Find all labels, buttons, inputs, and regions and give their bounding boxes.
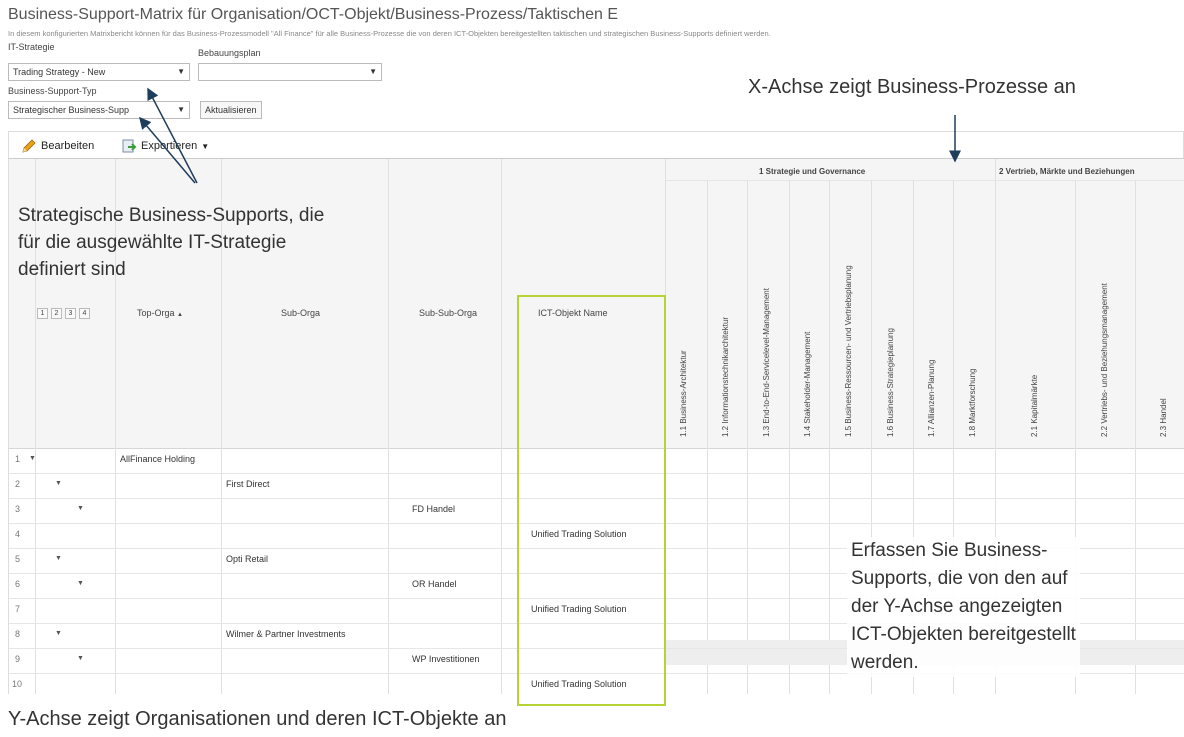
annotation-line: werden. [851, 652, 919, 673]
column-header-top-orga-label: Top-Orga [137, 308, 175, 318]
edit-button[interactable]: Bearbeiten [21, 138, 94, 154]
chevron-down-icon: ▼ [201, 141, 210, 151]
divider [501, 159, 502, 694]
chevron-down-icon: ▼ [177, 105, 185, 114]
process-column-header[interactable]: 2.2 Vertriebs- und Beziehungsmanagement [1100, 283, 1109, 437]
divider [829, 180, 830, 694]
edit-label: Bearbeiten [41, 140, 95, 152]
export-label: Exportieren [141, 140, 198, 152]
divider [747, 180, 748, 694]
divider [1135, 180, 1136, 694]
annotation-line: ICT-Objekten bereitgestellt [851, 624, 1076, 645]
chevron-down-icon[interactable]: ▼ [77, 580, 84, 587]
capture-support-annotation: Erfassen Sie Business- Supports, die von… [847, 537, 1080, 677]
refresh-button[interactable]: Aktualisieren [200, 101, 262, 119]
plan-select[interactable]: ▼ [198, 63, 382, 81]
it-strategy-label: IT-Strategie [8, 42, 55, 52]
it-strategy-value: Trading Strategy - New [13, 67, 106, 77]
column-header-sub-sub-orga[interactable]: Sub-Sub-Orga [419, 308, 477, 318]
chevron-down-icon[interactable]: ▼ [55, 630, 62, 637]
report-description: In diesem konfigurierten Matrixbericht k… [8, 29, 771, 38]
x-axis-annotation: X-Achse zeigt Business-Prozesse an [748, 76, 1076, 98]
sub-orga-cell[interactable]: Opti Retail [226, 554, 268, 564]
chevron-down-icon: ▼ [177, 67, 185, 76]
chevron-down-icon: ▼ [369, 67, 377, 76]
pencil-icon [22, 139, 36, 153]
level-button-4[interactable]: 4 [79, 308, 90, 319]
it-strategy-select[interactable]: Trading Strategy - New ▼ [8, 63, 190, 81]
plan-label: Bebauungsplan [198, 48, 261, 58]
process-column-header[interactable]: 2.3 Handel [1159, 398, 1168, 437]
toolbar: Bearbeiten Exportieren ▼ [8, 131, 1184, 159]
process-column-header[interactable]: 1.6 Business-Strategieplanung [886, 328, 895, 437]
export-icon [122, 139, 137, 153]
row-number: 1 [15, 454, 21, 464]
chevron-down-icon[interactable]: ▼ [77, 505, 84, 512]
sub-sub-orga-cell[interactable]: WP Investitionen [412, 654, 479, 664]
report-title: Business-Support-Matrix für Organisation… [8, 6, 619, 23]
sub-sub-orga-cell[interactable]: FD Handel [412, 504, 455, 514]
row-number: 6 [15, 579, 21, 589]
support-type-value: Strategischer Business-Supp [13, 105, 130, 115]
row-number: 5 [15, 554, 21, 564]
divider [665, 180, 1184, 181]
export-menu-button[interactable]: Exportieren ▼ [121, 138, 209, 154]
strategic-support-annotation: Strategische Business-Supports, die für … [18, 202, 324, 283]
annotation-line: Erfassen Sie Business- [851, 540, 1048, 561]
process-column-header[interactable]: 1.2 Informationstechnikarchitektur [721, 317, 730, 437]
divider [388, 159, 389, 694]
row-number: 8 [15, 629, 21, 639]
chevron-down-icon[interactable]: ▼ [77, 655, 84, 662]
annotation-line: Supports, die von den auf [851, 568, 1068, 589]
process-column-header[interactable]: 1.4 Stakeholder-Management [803, 332, 812, 437]
sub-orga-cell[interactable]: First Direct [226, 479, 270, 489]
row-number: 4 [15, 529, 21, 539]
process-column-header[interactable]: 1.1 Business-Architektur [679, 350, 688, 437]
process-column-header[interactable]: 1.7 Allianzen-Planung [927, 360, 936, 437]
process-column-header[interactable]: 1.3 End-to-End-Servicelevel-Management [762, 288, 771, 437]
sub-sub-orga-cell[interactable]: OR Handel [412, 579, 457, 589]
y-axis-annotation: Y-Achse zeigt Organisationen und deren I… [8, 708, 507, 730]
row-number: 7 [15, 604, 21, 614]
annotation-line: für die ausgewählte IT-Strategie [18, 232, 287, 253]
ict-column-highlight [517, 295, 666, 706]
group-header-sales: 2 Vertrieb, Märkte und Beziehungen [999, 167, 1135, 176]
process-column-header[interactable]: 1.5 Business-Ressourcen- und Vertriebspl… [844, 265, 853, 437]
divider [707, 180, 708, 694]
sort-ascending-icon: ▲ [177, 312, 183, 318]
divider [789, 180, 790, 694]
annotation-line: definiert sind [18, 259, 126, 280]
chevron-down-icon[interactable]: ▼ [55, 555, 62, 562]
support-type-label: Business-Support-Typ [8, 86, 97, 96]
level-button-1[interactable]: 1 [37, 308, 48, 319]
column-header-top-orga[interactable]: Top-Orga ▲ [137, 308, 183, 318]
group-header-strategy: 1 Strategie und Governance [759, 167, 866, 176]
sub-orga-cell[interactable]: Wilmer & Partner Investments [226, 629, 346, 639]
row-number: 2 [15, 479, 21, 489]
top-orga-cell[interactable]: AllFinance Holding [120, 454, 195, 464]
column-header-sub-orga[interactable]: Sub-Orga [281, 308, 320, 318]
level-button-2[interactable]: 2 [51, 308, 62, 319]
annotation-line: Strategische Business-Supports, die [18, 205, 325, 226]
process-column-header[interactable]: 1.8 Marktforschung [968, 369, 977, 437]
support-type-select[interactable]: Strategischer Business-Supp ▼ [8, 101, 190, 119]
row-number: 10 [12, 679, 23, 689]
process-column-header[interactable]: 2.1 Kapitalmärkte [1030, 375, 1039, 437]
chevron-down-icon[interactable]: ▼ [29, 455, 36, 462]
annotation-line: der Y-Achse angezeigten [851, 596, 1063, 617]
row-number: 3 [15, 504, 21, 514]
row-number: 9 [15, 654, 21, 664]
chevron-down-icon[interactable]: ▼ [55, 480, 62, 487]
level-button-3[interactable]: 3 [65, 308, 76, 319]
